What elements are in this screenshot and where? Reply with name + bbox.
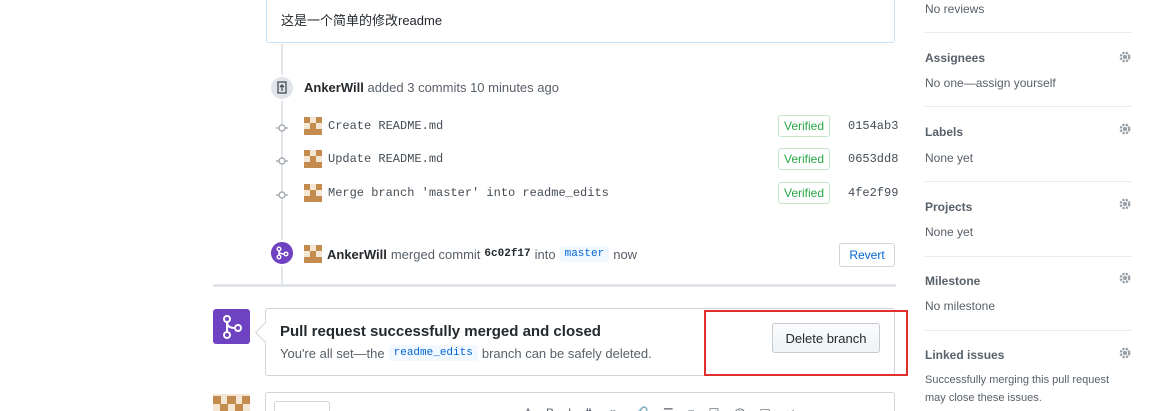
milestone-heading[interactable]: Milestone	[925, 274, 980, 288]
timeline-divider	[213, 284, 896, 287]
verified-badge[interactable]: Verified	[778, 148, 831, 170]
merged-sub-prefix: You're all set—the	[280, 345, 385, 361]
task-list-icon[interactable]: ☑	[709, 406, 720, 411]
commit-row: Create README.md Verified 0154ab3	[275, 115, 898, 139]
commit-sha-link[interactable]: 0653dd8	[848, 152, 898, 166]
gear-icon[interactable]	[1118, 271, 1132, 285]
commit-sha-link[interactable]: 0154ab3	[848, 119, 898, 133]
push-author[interactable]: AnkerWill	[304, 80, 364, 95]
head-branch-chip[interactable]: readme_edits	[388, 345, 478, 361]
gear-icon[interactable]	[1118, 122, 1132, 136]
reply-icon[interactable]: ↩	[785, 406, 795, 411]
commit-message-link[interactable]: Update README.md	[328, 152, 443, 166]
assignees-heading[interactable]: Assignees	[925, 51, 985, 65]
italic-icon[interactable]: I	[568, 406, 571, 411]
commit-node-icon	[276, 157, 288, 165]
merge-into-text: into	[534, 246, 556, 262]
assignees-value[interactable]: No one—assign yourself	[925, 76, 1056, 90]
verified-badge[interactable]: Verified	[778, 115, 831, 137]
commit-message-link[interactable]: Create README.md	[328, 119, 443, 133]
highlight-annotation	[704, 310, 908, 376]
author-avatar[interactable]	[304, 184, 322, 202]
sidebar-projects: Projects None yet	[925, 182, 1132, 257]
author-avatar[interactable]	[304, 245, 322, 263]
header-icon[interactable]: A	[524, 406, 532, 411]
gear-icon[interactable]	[1118, 50, 1132, 64]
merged-subtitle: You're all set—the readme_edits branch c…	[280, 345, 652, 361]
link-icon[interactable]: 🔗	[634, 406, 649, 411]
milestone-value: No milestone	[925, 299, 996, 313]
merged-badge-icon	[213, 309, 250, 344]
author-avatar[interactable]	[304, 150, 322, 168]
sidebar-labels: Labels None yet	[925, 107, 1132, 182]
commit-node-icon	[276, 191, 288, 199]
commit-row: Merge branch 'master' into readme_edits …	[275, 182, 898, 206]
mention-icon[interactable]: @	[733, 406, 745, 411]
reviewers-value: No reviews	[925, 2, 985, 16]
revert-button[interactable]: Revert	[839, 243, 895, 267]
gear-icon[interactable]	[1118, 346, 1132, 360]
commit-message-link[interactable]: Merge branch 'master' into readme_edits	[328, 186, 609, 200]
verified-badge[interactable]: Verified	[778, 182, 831, 204]
merge-action: merged commit	[390, 246, 481, 262]
projects-value: None yet	[925, 225, 974, 239]
numbered-list-icon[interactable]: ≡	[688, 406, 695, 411]
git-merge-icon	[269, 240, 295, 266]
merge-author[interactable]: AnkerWill	[327, 247, 387, 262]
reference-icon[interactable]: ▣	[760, 406, 771, 411]
list-icon[interactable]: ☰	[663, 406, 674, 411]
sidebar-linked-issues: Linked issues Successfully merging this …	[925, 331, 1132, 411]
gear-icon[interactable]	[1118, 197, 1132, 211]
bold-icon[interactable]: B	[546, 406, 554, 411]
projects-heading[interactable]: Projects	[925, 200, 972, 214]
code-icon[interactable]: <>	[606, 406, 620, 411]
sidebar-assignees: Assignees No one—assign yourself	[925, 33, 1132, 107]
quote-icon[interactable]: ❝	[585, 406, 591, 411]
labels-value: None yet	[925, 151, 974, 165]
base-branch-chip[interactable]: master	[559, 246, 610, 262]
linked-issues-line2: may close these issues.	[925, 392, 1042, 404]
sidebar-milestone: Milestone No milestone	[925, 257, 1132, 331]
linked-issues-heading[interactable]: Linked issues	[925, 348, 1004, 362]
comment-body: 这是一个简单的修改readme	[266, 0, 895, 43]
merge-commit-sha[interactable]: 6c02f17	[484, 248, 530, 260]
push-action: added 3 commits 10 minutes ago	[367, 80, 559, 95]
labels-heading[interactable]: Labels	[925, 125, 963, 139]
merged-sub-suffix: branch can be safely deleted.	[481, 345, 652, 361]
linked-issues-value: Successfully merging this pull request m…	[925, 371, 1132, 407]
merged-title: Pull request successfully merged and clo…	[280, 323, 601, 340]
comment-text: 这是一个简单的修改readme	[281, 13, 443, 28]
markdown-toolbar: A B I ❝ <> 🔗 ☰ ≡ ☑ @ ▣ ↩	[524, 406, 795, 411]
commit-node-icon	[276, 124, 288, 132]
current-user-avatar[interactable]	[213, 394, 250, 411]
write-tab[interactable]	[274, 401, 330, 411]
sidebar-reviewers: No reviews	[925, 0, 1132, 33]
merge-time: now	[613, 246, 638, 262]
commit-sha-link[interactable]: 4fe2f99	[848, 186, 898, 200]
push-event: AnkerWill added 3 commits 10 minutes ago	[304, 80, 559, 95]
linked-issues-line1: Successfully merging this pull request	[925, 374, 1110, 386]
new-comment-form: A B I ❝ <> 🔗 ☰ ≡ ☑ @ ▣ ↩	[265, 392, 895, 411]
author-avatar[interactable]	[304, 117, 322, 135]
commit-row: Update README.md Verified 0653dd8	[275, 148, 898, 172]
repo-push-icon	[269, 75, 295, 101]
merge-event: AnkerWill merged commit 6c02f17 into mas…	[304, 244, 637, 264]
